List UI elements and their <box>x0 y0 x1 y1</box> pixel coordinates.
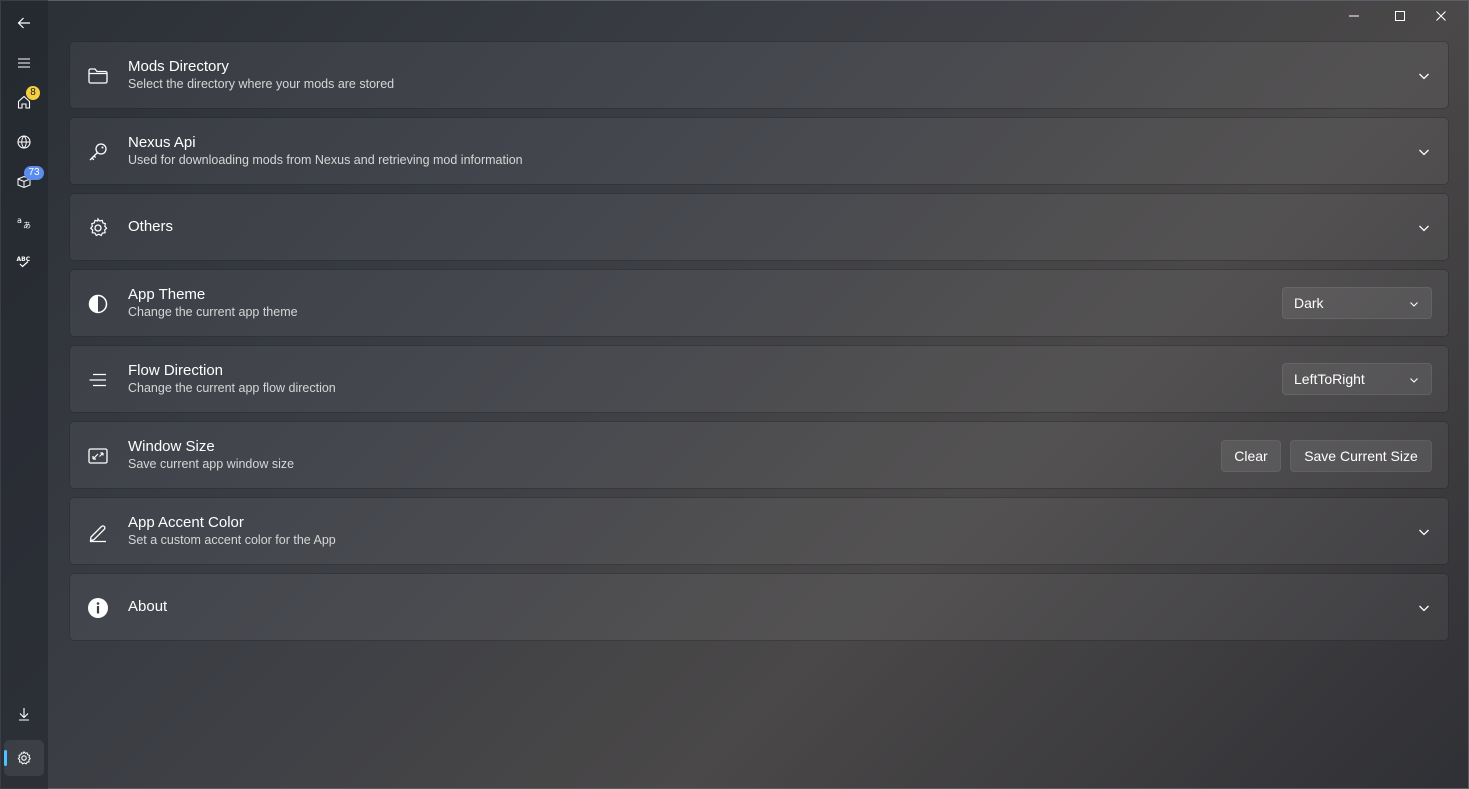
card-title: Flow Direction <box>128 362 224 379</box>
align-lines-icon <box>87 369 109 391</box>
flow-direction-card: Flow Direction Change the current app fl… <box>69 345 1449 413</box>
chevron-down-icon[interactable] <box>1416 68 1432 84</box>
card-title: Others <box>128 218 174 235</box>
nav-item-browse[interactable] <box>4 124 44 160</box>
card-title: App Theme <box>128 286 206 303</box>
close-icon <box>1436 11 1446 21</box>
accent-color-card[interactable]: App Accent Color Set a custom accent col… <box>69 497 1449 565</box>
card-description: Set a custom accent color for the App <box>128 533 336 547</box>
window-size-card: Window Size Save current app window size… <box>69 421 1449 489</box>
nav-item-settings[interactable] <box>4 740 44 776</box>
theme-combobox[interactable]: Dark <box>1282 287 1432 319</box>
card-title: Nexus Api <box>128 134 196 151</box>
chevron-down-icon[interactable] <box>1416 144 1432 160</box>
nav-item-home[interactable]: 8 <box>4 84 44 120</box>
key-icon <box>87 141 109 163</box>
maximize-button[interactable] <box>1377 0 1423 32</box>
clear-button[interactable]: Clear <box>1221 440 1281 472</box>
chevron-down-icon <box>1410 378 1418 383</box>
chevron-down-icon[interactable] <box>1416 220 1432 236</box>
translate-icon: aあ <box>17 216 31 230</box>
spellcheck-icon: ABC <box>17 256 31 268</box>
home-notification-badge: 8 <box>26 86 40 100</box>
mods-directory-card[interactable]: Mods Directory Select the directory wher… <box>69 41 1449 109</box>
folder-icon <box>87 65 109 87</box>
combobox-selected-value: LeftToRight <box>1294 371 1365 387</box>
about-card[interactable]: About <box>69 573 1449 641</box>
hamburger-menu-icon <box>18 58 30 68</box>
globe-icon <box>17 135 31 149</box>
chevron-down-icon[interactable] <box>1416 524 1432 540</box>
card-description: Used for downloading mods from Nexus and… <box>128 153 523 167</box>
nav-item-translation[interactable]: aあ <box>4 204 44 240</box>
download-icon <box>19 708 29 721</box>
flow-direction-combobox[interactable]: LeftToRight <box>1282 363 1432 395</box>
card-description: Save current app window size <box>128 457 295 471</box>
back-arrow-icon <box>17 17 30 29</box>
svg-text:ABC: ABC <box>17 256 31 263</box>
chevron-down-icon <box>1410 302 1418 307</box>
navigation-rail: 8 73 aあ ABC <box>0 0 48 789</box>
card-description: Change the current app theme <box>128 305 298 319</box>
svg-text:a: a <box>17 216 22 225</box>
combobox-selected-value: Dark <box>1294 295 1324 311</box>
card-title: App Accent Color <box>128 514 244 531</box>
others-card[interactable]: Others <box>69 193 1449 261</box>
card-title: Mods Directory <box>128 58 229 75</box>
settings-icon <box>17 750 31 765</box>
nav-item-downloads[interactable] <box>4 696 44 732</box>
nexus-api-card[interactable]: Nexus Api Used for downloading mods from… <box>69 117 1449 185</box>
chevron-down-icon[interactable] <box>1416 600 1432 616</box>
minimize-icon <box>1349 15 1359 17</box>
nav-item-updates[interactable]: 73 <box>4 164 44 200</box>
nav-item-spellcheck[interactable]: ABC <box>4 243 44 279</box>
card-description: Change the current app flow direction <box>128 381 336 395</box>
card-description: Select the directory where your mods are… <box>128 77 395 91</box>
back-button[interactable] <box>4 5 44 41</box>
card-title: Window Size <box>128 438 215 455</box>
menu-toggle-button[interactable] <box>4 45 44 81</box>
save-current-size-button[interactable]: Save Current Size <box>1290 440 1432 472</box>
selection-indicator <box>4 750 7 766</box>
info-icon <box>87 597 109 619</box>
close-button[interactable] <box>1418 0 1464 32</box>
contrast-icon <box>87 293 109 315</box>
maximize-icon <box>1395 11 1405 21</box>
updates-notification-badge: 73 <box>24 166 44 180</box>
app-theme-card: App Theme Change the current app theme D… <box>69 269 1449 337</box>
pen-icon <box>87 521 109 543</box>
minimize-button[interactable] <box>1331 0 1377 32</box>
gear-icon <box>87 217 109 239</box>
card-title: About <box>128 598 168 615</box>
svg-text:あ: あ <box>23 221 31 230</box>
resize-icon <box>87 445 109 467</box>
